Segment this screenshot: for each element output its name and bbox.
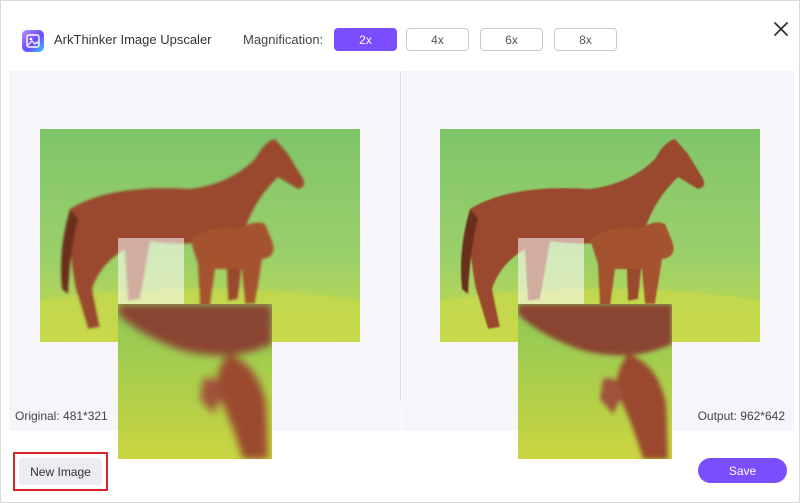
original-resolution-label: Original: 481*321 bbox=[15, 409, 108, 423]
app-title: ArkThinker Image Upscaler bbox=[54, 32, 212, 47]
original-preview-panel bbox=[9, 71, 401, 459]
output-resolution-label: Output: 962*642 bbox=[697, 409, 785, 423]
close-button[interactable] bbox=[770, 18, 792, 40]
zoom-selection-box[interactable] bbox=[118, 238, 184, 304]
upscaler-window: ArkThinker Image Upscaler Magnification:… bbox=[0, 0, 800, 503]
magnification-2x-button[interactable]: 2x bbox=[334, 28, 397, 51]
output-zoom-view bbox=[518, 304, 672, 459]
panel-divider bbox=[400, 71, 401, 401]
new-image-label: New Image bbox=[19, 458, 102, 485]
zoom-selection-box[interactable] bbox=[518, 238, 584, 304]
magnification-4x-button[interactable]: 4x bbox=[406, 28, 469, 51]
new-image-button[interactable]: New Image bbox=[13, 452, 108, 491]
output-preview-panel bbox=[402, 71, 794, 459]
save-button[interactable]: Save bbox=[698, 458, 787, 483]
image-upscaler-logo-icon bbox=[22, 30, 44, 52]
close-icon bbox=[774, 22, 788, 36]
magnification-6x-button[interactable]: 6x bbox=[480, 28, 543, 51]
original-zoom-view bbox=[118, 304, 272, 459]
header: ArkThinker Image Upscaler Magnification:… bbox=[1, 1, 800, 71]
magnification-label: Magnification: bbox=[243, 32, 324, 47]
magnification-8x-button[interactable]: 8x bbox=[554, 28, 617, 51]
